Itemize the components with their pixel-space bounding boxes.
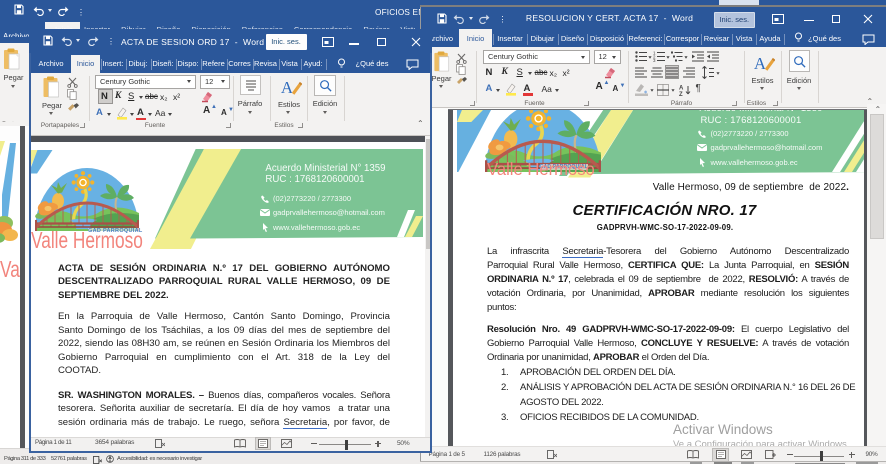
svg-text:A: A	[281, 77, 294, 96]
svg-text:A: A	[753, 54, 766, 73]
svg-text:Z: Z	[679, 92, 683, 96]
svg-text:3: 3	[653, 58, 656, 62]
svg-text:A: A	[679, 85, 684, 91]
